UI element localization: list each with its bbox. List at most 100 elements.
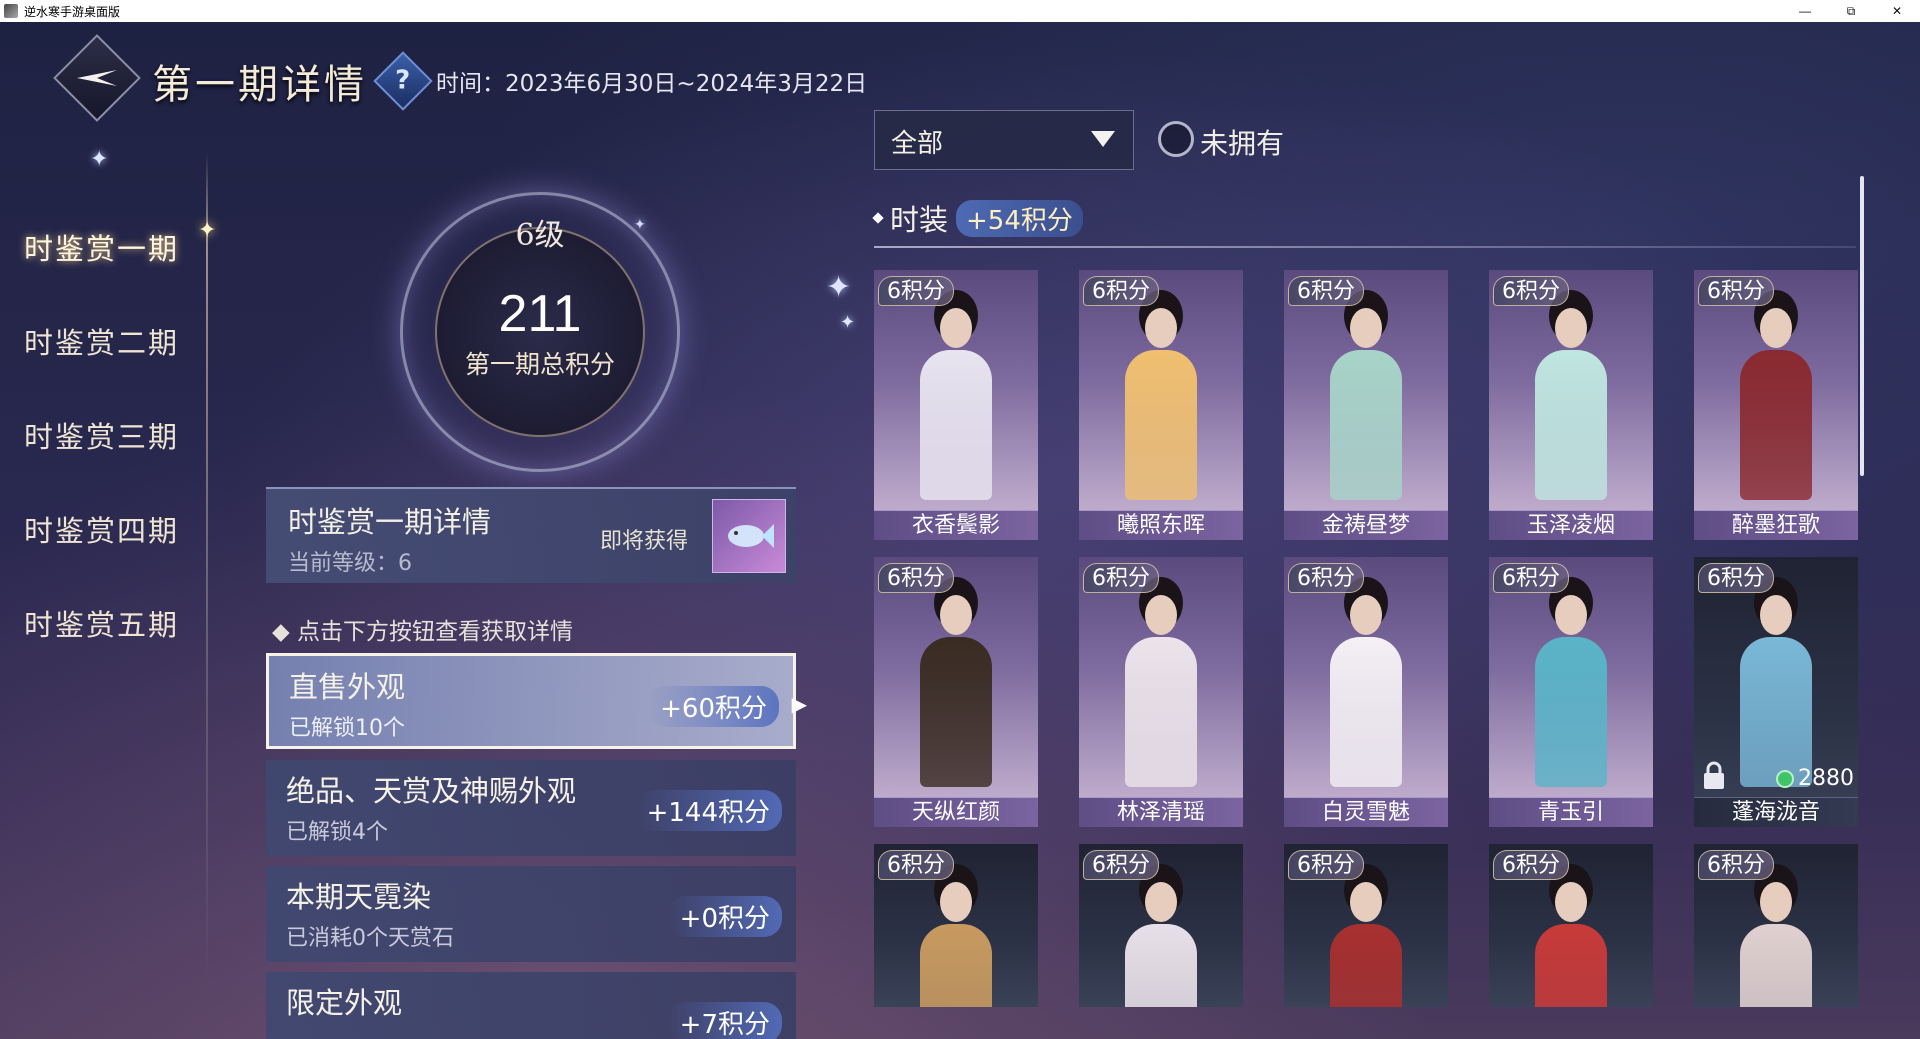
figure-head [1350,595,1382,635]
points-badge: 6积分 [1698,276,1774,306]
upcoming-label: 即将获得 [600,529,689,554]
figure-head [1555,595,1587,635]
ring-score: 211 [498,285,582,343]
outfit-card[interactable]: 6积分玉泽凌烟 [1489,270,1653,540]
detail-title: 时鉴赏一期详情 [288,505,492,539]
nav-item-period-3[interactable]: 时鉴赏三期 [24,390,179,484]
outfit-card[interactable]: 6积分醉墨狂歌 [1694,270,1858,540]
category-dropdown[interactable]: 全部 [874,110,1134,170]
figure-head [1350,308,1382,348]
figure-dress [1740,924,1812,1007]
chevron-down-icon [1089,129,1117,153]
outfit-card[interactable]: 6积分 [1079,844,1243,1007]
outfit-price: 2880 [1776,766,1854,791]
period-nav: 时鉴赏一期 时鉴赏二期 时鉴赏三期 时鉴赏四期 时鉴赏五期 [24,202,179,672]
figure-head [1760,308,1792,348]
back-button[interactable] [53,34,141,122]
figure-head [1555,882,1587,922]
score-ring: 6级 211 第一期总积分 [400,192,680,472]
category-card[interactable]: 限定外观 +7积分 [266,972,796,1039]
points-badge: 6积分 [1493,850,1569,880]
figure-head [1145,595,1177,635]
outfit-name: 青玉引 [1489,797,1653,827]
sparkle-icon: ✦ [826,270,852,305]
category-title: 绝品、天赏及神赐外观 [286,774,577,808]
outfit-grid: 6积分 衣香鬓影 6积分 曦照东晖 6积分 金祷昼梦 6积分 玉泽凌烟 6积分 醉墨狂歌 6积分 天纵… [874,270,1864,1020]
page-title: 第一期详情 [152,62,367,108]
outfit-card[interactable]: 6积分天纵红颜 [874,557,1038,827]
jade-coin-icon [1776,769,1794,788]
figure-head [940,308,972,348]
figure-dress [1330,924,1402,1007]
window-titlebar: 逆水寒手游桌面版 — ⧉ ✕ [0,0,1920,22]
outfit-card[interactable]: 6积分 林泽清瑶 [1079,557,1243,827]
unowned-radio[interactable] [1158,121,1194,157]
app-icon [4,4,18,18]
points-badge: 6积分 [878,563,954,593]
nav-item-period-1[interactable]: 时鉴赏一期 [24,202,179,296]
outfit-card[interactable]: 6积分 金祷昼梦 [1284,270,1448,540]
outfit-card[interactable]: 6积分 [1489,844,1653,1007]
arrow-right-icon: ▶ [791,692,807,716]
figure-dress [1125,924,1197,1007]
outfit-card[interactable]: 6积分 衣香鬓影 [874,270,1038,540]
outfit-figure [1330,298,1402,500]
question-icon[interactable]: ? [373,51,433,111]
fish-icon[interactable] [712,499,786,573]
figure-dress [1535,637,1607,787]
outfit-name: 天纵红颜 [874,797,1038,827]
category-card[interactable]: 直售外观 已解锁10个 +60积分 ▶ [266,653,807,749]
close-icon[interactable]: ✕ [1874,0,1920,22]
outfit-name: 林泽清瑶 [1079,797,1243,827]
category-points: +60积分 [648,686,779,727]
figure-head [1555,308,1587,348]
diamond-icon [872,212,884,224]
outfit-name: 醉墨狂歌 [1694,510,1858,540]
period-detail-card[interactable]: 时鉴赏一期详情 当前等级：6 即将获得 [266,487,796,583]
restore-icon[interactable]: ⧉ [1828,0,1874,22]
outfit-card[interactable]: 6积分 [1694,844,1858,1007]
points-badge: 6积分 [1493,563,1569,593]
nav-item-period-4[interactable]: 时鉴赏四期 [24,484,179,578]
category-points: +0积分 [667,896,782,937]
figure-head [1145,882,1177,922]
outfit-card[interactable]: 6积分 曦照东晖 [1079,270,1243,540]
outfit-figure [920,872,992,1007]
points-badge: 6积分 [878,850,954,880]
window-controls: — ⧉ ✕ [1782,0,1920,22]
figure-dress [1535,924,1607,1007]
category-card[interactable]: 绝品、天赏及神赐外观已解锁4个 +144积分 [266,760,796,856]
outfit-figure [1740,872,1812,1007]
outfit-card[interactable]: 6积分 [1284,844,1448,1007]
figure-dress [1330,637,1402,787]
figure-dress [1740,350,1812,500]
nav-item-period-5[interactable]: 时鉴赏五期 [24,578,179,672]
points-badge: 6积分 [1493,276,1569,306]
category-points: +144积分 [634,790,782,831]
outfit-figure [920,585,992,787]
outfit-name: 衣香鬓影 [874,510,1038,540]
outfit-name: 白灵雪魅 [1284,797,1448,827]
points-badge: 6积分 [1288,276,1364,306]
sparkle-icon: ✦ [90,147,109,172]
category-points: +7积分 [667,1002,782,1039]
nav-item-period-2[interactable]: 时鉴赏二期 [24,296,179,390]
outfit-name: 玉泽凌烟 [1489,510,1653,540]
figure-dress [920,924,992,1007]
figure-dress [920,350,992,500]
dropdown-value: 全部 [891,129,944,159]
outfit-card[interactable]: 6积分 [874,844,1038,1007]
minimize-icon[interactable]: — [1782,0,1828,22]
outfit-card[interactable]: 6积分 蓬海泷音 2880 [1694,557,1858,827]
unowned-label[interactable]: 未拥有 [1200,122,1284,162]
outfit-card[interactable]: 6积分 白灵雪魅 [1284,557,1448,827]
outfit-card[interactable]: 6积分青玉引 [1489,557,1653,827]
category-card[interactable]: 本期天霓染 已消耗0个天赏石 +0积分 [266,866,796,962]
outfit-name: 曦照东晖 [1079,510,1243,540]
active-marker-icon: ✦ [198,218,217,243]
category-subtitle: 已解锁4个 [286,820,388,845]
lock-icon [1702,761,1726,791]
outfit-figure [1535,872,1607,1007]
figure-head [1350,882,1382,922]
points-badge: 6积分 [1698,563,1774,593]
